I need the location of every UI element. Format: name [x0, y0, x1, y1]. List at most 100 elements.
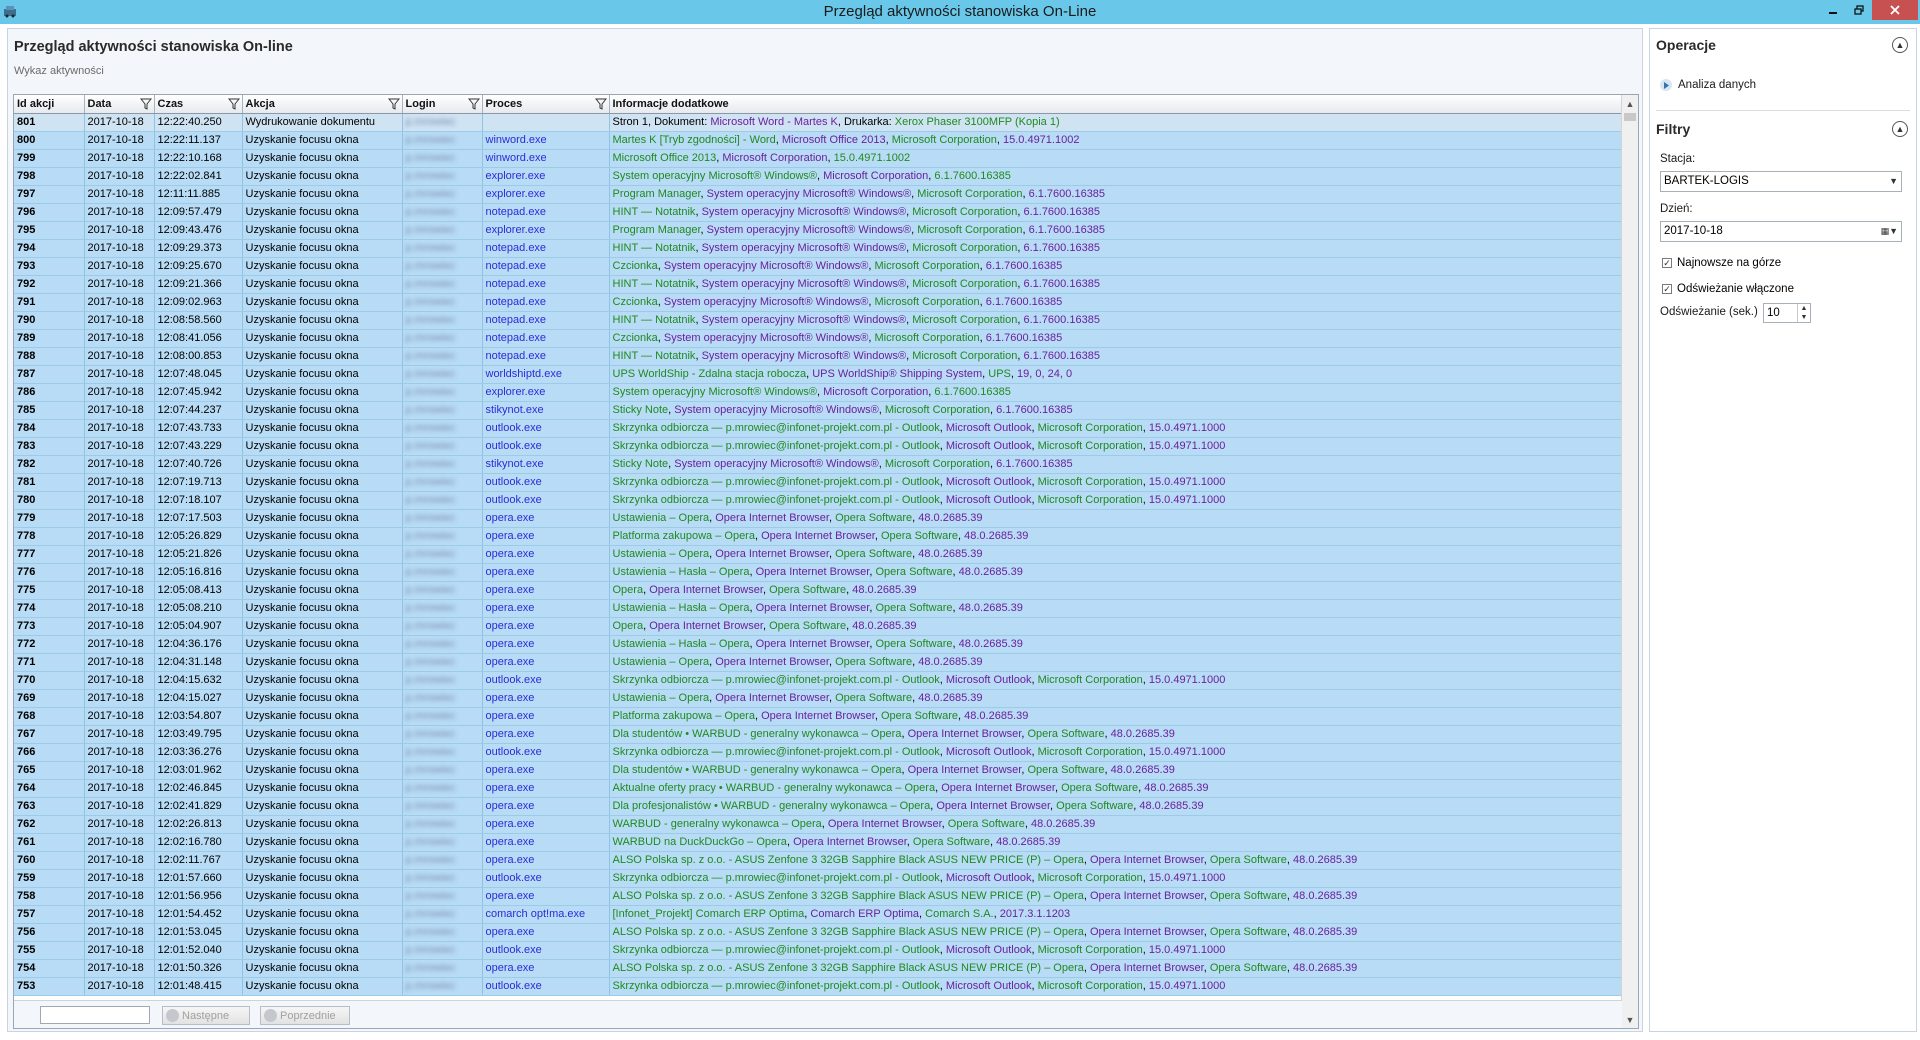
table-row[interactable]: 791 2017-10-18 12:09:02.963 Uzyskanie focus… — [14, 293, 1622, 312]
table-row[interactable]: 754 2017-10-18 12:01:50.326 Uzyskanie focus… — [14, 959, 1622, 978]
table-row[interactable]: 787 2017-10-18 12:07:48.045 Uzyskanie focus… — [14, 365, 1622, 384]
table-row[interactable]: 762 2017-10-18 12:02:26.813 Uzyskanie focus… — [14, 815, 1622, 834]
table-row[interactable]: 764 2017-10-18 12:02:46.845 Uzyskanie focus… — [14, 779, 1622, 798]
col-header-process[interactable]: Proces — [482, 95, 610, 114]
col-header-date[interactable]: Data — [84, 95, 155, 114]
table-row[interactable]: 780 2017-10-18 12:07:18.107 Uzyskanie focus… — [14, 491, 1622, 510]
table-row[interactable]: 771 2017-10-18 12:04:31.148 Uzyskanie focus… — [14, 653, 1622, 672]
station-select[interactable]: BARTEK-LOGIS ▼ — [1660, 171, 1902, 192]
table-row[interactable]: 788 2017-10-18 12:08:00.853 Uzyskanie focus… — [14, 347, 1622, 366]
table-row[interactable]: 781 2017-10-18 12:07:19.713 Uzyskanie focus… — [14, 473, 1622, 492]
cell-date: 2017-10-18 — [84, 149, 155, 168]
filter-icon[interactable] — [387, 98, 400, 110]
table-row[interactable]: 774 2017-10-18 12:05:08.210 Uzyskanie focus… — [14, 599, 1622, 618]
table-row[interactable]: 756 2017-10-18 12:01:53.045 Uzyskanie focus… — [14, 923, 1622, 942]
table-row[interactable]: 799 2017-10-18 12:22:10.168 Uzyskanie focus… — [14, 149, 1622, 168]
table-row[interactable]: 783 2017-10-18 12:07:43.229 Uzyskanie focus… — [14, 437, 1622, 456]
cell-action: Uzyskanie focusu okna — [242, 563, 403, 582]
cell-id: 790 — [14, 311, 85, 330]
previous-button[interactable]: Poprzednie — [260, 1006, 350, 1025]
info-segment: Microsoft Corporation — [874, 259, 980, 272]
refresh-interval-spinner[interactable]: 10 ▲ ▼ — [1763, 303, 1811, 323]
analysis-link[interactable]: Analiza danych — [1660, 79, 1756, 91]
table-row[interactable]: 769 2017-10-18 12:04:15.027 Uzyskanie focus… — [14, 689, 1622, 708]
table-row[interactable]: 768 2017-10-18 12:03:54.807 Uzyskanie focus… — [14, 707, 1622, 726]
col-header-action[interactable]: Akcja — [242, 95, 403, 114]
table-row[interactable]: 794 2017-10-18 12:09:29.373 Uzyskanie focus… — [14, 239, 1622, 258]
table-row[interactable]: 772 2017-10-18 12:04:36.176 Uzyskanie focus… — [14, 635, 1622, 654]
info-segment: Opera Internet Browser — [936, 799, 1051, 812]
spin-down-icon[interactable]: ▼ — [1797, 313, 1810, 322]
col-header-login[interactable]: Login — [402, 95, 483, 114]
cell-time: 12:01:53.045 — [154, 923, 243, 942]
spin-up-icon[interactable]: ▲ — [1797, 304, 1810, 313]
col-header-time[interactable]: Czas — [154, 95, 243, 114]
table-row[interactable]: 776 2017-10-18 12:05:16.816 Uzyskanie focus… — [14, 563, 1622, 582]
table-row[interactable]: 765 2017-10-18 12:03:01.962 Uzyskanie focus… — [14, 761, 1622, 780]
vertical-scrollbar[interactable]: ▲ ▼ — [1621, 95, 1638, 1028]
table-row[interactable]: 792 2017-10-18 12:09:21.366 Uzyskanie focus… — [14, 275, 1622, 294]
table-row[interactable]: 779 2017-10-18 12:07:17.503 Uzyskanie focus… — [14, 509, 1622, 528]
table-row[interactable]: 796 2017-10-18 12:09:57.479 Uzyskanie focus… — [14, 203, 1622, 222]
collapse-operations-icon[interactable]: ▲ — [1892, 37, 1908, 53]
filter-icon[interactable] — [227, 98, 240, 110]
cell-id: 770 — [14, 671, 85, 690]
cell-login: p.mrowiec — [402, 869, 483, 888]
filter-icon[interactable] — [467, 98, 480, 110]
table-row[interactable]: 784 2017-10-18 12:07:43.733 Uzyskanie focus… — [14, 419, 1622, 438]
table-row[interactable]: 786 2017-10-18 12:07:45.942 Uzyskanie focus… — [14, 383, 1622, 402]
table-row[interactable]: 795 2017-10-18 12:09:43.476 Uzyskanie focus… — [14, 221, 1622, 240]
table-row[interactable]: 782 2017-10-18 12:07:40.726 Uzyskanie focus… — [14, 455, 1622, 474]
table-row[interactable]: 801 2017-10-18 12:22:40.250 Wydrukowanie do… — [14, 113, 1622, 132]
cell-login: p.mrowiec — [402, 275, 483, 294]
table-row[interactable]: 770 2017-10-18 12:04:15.632 Uzyskanie focus… — [14, 671, 1622, 690]
col-header-info[interactable]: Informacje dodatkowe — [609, 95, 1622, 114]
login-masked-value: p.mrowiec — [405, 313, 456, 326]
table-row[interactable]: 753 2017-10-18 12:01:48.415 Uzyskanie focus… — [14, 977, 1622, 996]
table-row[interactable]: 797 2017-10-18 12:11:11.885 Uzyskanie focus… — [14, 185, 1622, 204]
restore-button[interactable] — [1846, 0, 1872, 20]
calendar-dropdown-icon[interactable]: ▦▼ — [1881, 222, 1898, 241]
scroll-down-icon[interactable]: ▼ — [1622, 1011, 1638, 1028]
cell-login: p.mrowiec — [402, 581, 483, 600]
table-row[interactable]: 757 2017-10-18 12:01:54.452 Uzyskanie focus… — [14, 905, 1622, 924]
table-row[interactable]: 759 2017-10-18 12:01:57.660 Uzyskanie focus… — [14, 869, 1622, 888]
table-row[interactable]: 789 2017-10-18 12:08:41.056 Uzyskanie focus… — [14, 329, 1622, 348]
table-row[interactable]: 790 2017-10-18 12:08:58.560 Uzyskanie focus… — [14, 311, 1622, 330]
search-input[interactable] — [40, 1006, 150, 1024]
table-row[interactable]: 758 2017-10-18 12:01:56.956 Uzyskanie focus… — [14, 887, 1622, 906]
table-row[interactable]: 777 2017-10-18 12:05:21.826 Uzyskanie focus… — [14, 545, 1622, 564]
collapse-filters-icon[interactable]: ▲ — [1892, 121, 1908, 137]
table-row[interactable]: 766 2017-10-18 12:03:36.276 Uzyskanie focus… — [14, 743, 1622, 762]
close-button[interactable] — [1872, 0, 1918, 20]
minimize-button[interactable] — [1820, 0, 1846, 20]
table-row[interactable]: 785 2017-10-18 12:07:44.237 Uzyskanie focus… — [14, 401, 1622, 420]
scroll-up-icon[interactable]: ▲ — [1622, 95, 1638, 112]
refresh-enabled-checkbox[interactable]: ✓ Odświeżanie włączone — [1662, 283, 1794, 295]
filter-icon[interactable] — [139, 98, 152, 110]
table-row[interactable]: 763 2017-10-18 12:02:41.829 Uzyskanie focus… — [14, 797, 1622, 816]
info-segment: System operacyjny Microsoft® Windows® — [612, 169, 818, 182]
cell-date: 2017-10-18 — [84, 977, 155, 996]
cell-login: p.mrowiec — [402, 509, 483, 528]
table-row[interactable]: 778 2017-10-18 12:05:26.829 Uzyskanie focus… — [14, 527, 1622, 546]
info-segment: 6.1.7600.16385 — [1023, 205, 1100, 218]
table-row[interactable]: 773 2017-10-18 12:05:04.907 Uzyskanie focus… — [14, 617, 1622, 636]
day-date-picker[interactable]: 2017-10-18 ▦▼ — [1660, 221, 1902, 242]
table-row[interactable]: 793 2017-10-18 12:09:25.670 Uzyskanie focus… — [14, 257, 1622, 276]
table-row[interactable]: 760 2017-10-18 12:02:11.767 Uzyskanie focus… — [14, 851, 1622, 870]
table-row[interactable]: 755 2017-10-18 12:01:52.040 Uzyskanie focus… — [14, 941, 1622, 960]
filter-icon[interactable] — [594, 98, 607, 110]
table-row[interactable]: 775 2017-10-18 12:05:08.413 Uzyskanie focus… — [14, 581, 1622, 600]
table-row[interactable]: 800 2017-10-18 12:22:11.137 Uzyskanie focus… — [14, 131, 1622, 150]
table-row[interactable]: 798 2017-10-18 12:22:02.841 Uzyskanie focus… — [14, 167, 1622, 186]
col-header-id[interactable]: Id akcji — [14, 95, 85, 114]
table-row[interactable]: 767 2017-10-18 12:03:49.795 Uzyskanie focus… — [14, 725, 1622, 744]
next-button[interactable]: Następne — [162, 1006, 250, 1025]
newest-top-checkbox[interactable]: ✓ Najnowsze na górze — [1662, 257, 1781, 269]
info-segment: Opera Internet Browser — [755, 637, 870, 650]
scroll-thumb[interactable] — [1624, 113, 1636, 121]
info-segment: 15.0.4971.1000 — [1148, 673, 1226, 686]
cell-process: opera.exe — [482, 509, 610, 528]
table-row[interactable]: 761 2017-10-18 12:02:16.780 Uzyskanie focus… — [14, 833, 1622, 852]
